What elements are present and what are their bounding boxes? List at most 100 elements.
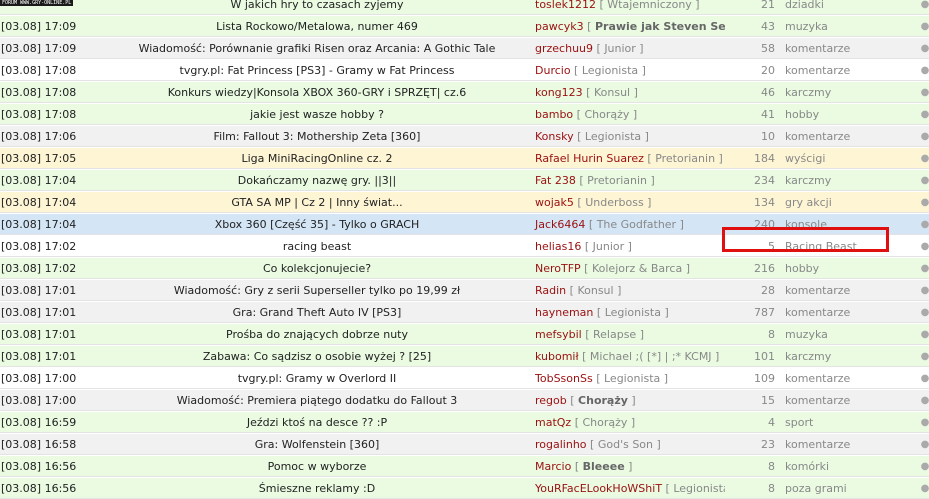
thread-row: [03.08] 17:08 jakie jest wasze hobby ? bam… — [0, 104, 929, 125]
bullet-icon: ● — [920, 20, 929, 32]
reply-count: 41 — [761, 107, 775, 121]
thread-row: [03.08] 17:08 tvgry.pl: Fat Princess [PS3… — [0, 60, 929, 81]
author-nick-link[interactable]: Konsky — [535, 130, 574, 143]
reply-count: 184 — [754, 151, 775, 165]
thread-time: [03.08] 17:09 — [1, 19, 77, 33]
author-rank: [ Konsul ] — [582, 85, 638, 99]
author-rank: [ God's Son ] — [586, 437, 661, 451]
thread-title-link[interactable]: GTA SA MP | Cz 2 | Inny świat... — [231, 196, 402, 209]
thread-author: Marcio [ Bleeee ] — [527, 460, 725, 473]
author-rank: [ Legionista ] — [662, 481, 725, 495]
thread-title-link[interactable]: W jakich hry to czasach zyjemy — [230, 0, 403, 11]
bullet-icon: ● — [920, 218, 929, 230]
thread-row: [03.08] 17:01 Prośba do znających dobrze … — [0, 324, 929, 345]
author-nick-link[interactable]: helias16 — [535, 240, 581, 253]
thread-title: Gra: Grand Theft Auto IV [PS3] — [107, 306, 527, 319]
thread-author: NeroTFP [ Kolejorz & Barca ] — [527, 262, 725, 275]
thread-time: [03.08] 17:01 — [1, 349, 77, 363]
bullet-icon: ● — [920, 240, 929, 252]
author-nick-link[interactable]: mefsybil — [535, 328, 582, 341]
thread-author: Durcio [ Legionista ] — [527, 64, 725, 77]
thread-time: [03.08] 16:58 — [1, 437, 77, 451]
thread-time: [03.08] 17:04 — [1, 195, 77, 209]
thread-time: [03.08] 17:02 — [1, 239, 77, 253]
thread-title-link[interactable]: Wiadomość: Premiera piątego dodatku do F… — [177, 394, 458, 407]
bullet-icon: ● — [920, 108, 929, 120]
thread-author: Radin [ Konsul ] — [527, 284, 725, 297]
author-nick-link[interactable]: Durcio — [535, 64, 571, 77]
thread-title-link[interactable]: Co kolekcjonujecie? — [263, 262, 371, 275]
thread-title-link[interactable]: tvgry.pl: Gramy w Overlord II — [238, 372, 397, 385]
thread-title: Jeździ ktoś na desce ?? :P — [107, 416, 527, 429]
forum-category: sport — [785, 415, 814, 429]
thread-title: Wiadomość: Gry z serii Superseller tylko… — [107, 284, 527, 297]
author-nick-link[interactable]: Jack6464 — [535, 218, 585, 231]
thread-title-link[interactable]: Xbox 360 [Część 35] - Tylko o GRACH — [215, 218, 419, 231]
author-rank: [ Chorąży ] — [573, 107, 638, 121]
author-rank: [ Chorąży ] — [571, 415, 636, 429]
forum-category: komentarze — [785, 41, 851, 55]
thread-title-link[interactable]: Wiadomość: Gry z serii Superseller tylko… — [174, 284, 460, 297]
bullet-icon: ● — [920, 394, 929, 406]
author-nick-link[interactable]: grzechuu9 — [535, 42, 593, 55]
thread-row: [03.08] 16:56 Pomoc w wyborze Marcio [ Ble… — [0, 456, 929, 477]
thread-row: W jakich hry to czasach zyjemy toslek1212… — [0, 0, 929, 15]
thread-title-link[interactable]: Liga MiniRacingOnline cz. 2 — [242, 152, 393, 165]
author-rank: [ Kolejorz & Barca ] — [580, 261, 691, 275]
bullet-icon: ● — [920, 42, 929, 54]
author-nick-link[interactable]: hayneman — [535, 306, 593, 319]
forum-logo: FORUM WWW.GRY-ONLINE.PL — [0, 0, 74, 6]
author-nick-link[interactable]: toslek1212 — [535, 0, 596, 11]
thread-title: Śmieszne reklamy :D — [107, 482, 527, 495]
author-nick-link[interactable]: YouRFacELookHoWShiT — [535, 482, 662, 495]
forum-category: komentarze — [785, 283, 851, 297]
thread-title: Lista Rockowo/Metalowa, numer 469 — [107, 20, 527, 33]
author-nick-link[interactable]: kong123 — [535, 86, 583, 99]
thread-title-link[interactable]: Wiadomość: Porównanie grafiki Risen oraz… — [139, 42, 496, 55]
thread-author: pawcyk3 [ Prawie jak Steven Seagal ] — [527, 20, 725, 33]
author-nick-link[interactable]: pawcyk3 — [535, 20, 584, 33]
thread-title-link[interactable]: tvgry.pl: Fat Princess [PS3] - Gramy w F… — [180, 64, 455, 77]
thread-time: [03.08] 17:08 — [1, 63, 77, 77]
thread-title: Prośba do znających dobrze nuty — [107, 328, 527, 341]
author-rank: [ Wtajemniczony ] — [595, 0, 700, 11]
thread-title-link[interactable]: Film: Fallout 3: Mothership Zeta [360] — [214, 130, 421, 143]
author-nick-link[interactable]: Rafael Hurin Suarez — [535, 152, 644, 165]
thread-title-link[interactable]: racing beast — [283, 240, 351, 253]
forum-category: komentarze — [785, 305, 851, 319]
bullet-icon: ● — [920, 350, 929, 362]
forum-category: karczmy — [785, 85, 832, 99]
author-nick-link[interactable]: matQz — [535, 416, 571, 429]
author-nick-link[interactable]: Marcio — [535, 460, 571, 473]
thread-title-link[interactable]: Konkurs wiedzy|Konsola XBOX 360-GRY i SP… — [168, 86, 467, 99]
thread-title-link[interactable]: jakie jest wasze hobby ? — [250, 108, 384, 121]
thread-title-link[interactable]: Dokańczamy nazwę gry. ||3|| — [238, 174, 396, 187]
thread-row: [03.08] 17:04 GTA SA MP | Cz 2 | Inny świ… — [0, 192, 929, 213]
bullet-icon: ● — [920, 372, 929, 384]
author-nick-link[interactable]: regob — [535, 394, 567, 407]
author-nick-link[interactable]: rogalinho — [535, 438, 587, 451]
thread-author: matQz [ Chorąży ] — [527, 416, 725, 429]
thread-title-link[interactable]: Lista Rockowo/Metalowa, numer 469 — [216, 20, 418, 33]
thread-title-link[interactable]: Zabawa: Co sądzisz o osobie wyżej ? [25] — [203, 350, 431, 363]
thread-time: [03.08] 16:56 — [1, 459, 77, 473]
author-nick-link[interactable]: bambo — [535, 108, 573, 121]
thread-title-link[interactable]: Śmieszne reklamy :D — [259, 482, 375, 495]
thread-row: [03.08] 17:02 Co kolekcjonujecie? NeroTFP … — [0, 258, 929, 279]
thread-title-link[interactable]: Prośba do znających dobrze nuty — [226, 328, 408, 341]
author-nick-link[interactable]: Fat 238 — [535, 174, 576, 187]
author-nick-link[interactable]: kubomił — [535, 350, 579, 363]
thread-title-link[interactable]: Pomoc w wyborze — [268, 460, 367, 473]
highlight-box — [722, 227, 889, 252]
reply-count: 109 — [754, 371, 775, 385]
author-nick-link[interactable]: TobSsonSs — [535, 372, 593, 385]
author-rank: [ Pretorianin ] — [643, 151, 723, 165]
author-nick-link[interactable]: Radin — [535, 284, 566, 297]
author-nick-link[interactable]: NeroTFP — [535, 262, 581, 275]
author-rank: [ Relapse ] — [581, 327, 644, 341]
thread-title-link[interactable]: Jeździ ktoś na desce ?? :P — [247, 416, 387, 429]
author-nick-link[interactable]: wojak5 — [535, 196, 574, 209]
thread-title-link[interactable]: Gra: Grand Theft Auto IV [PS3] — [233, 306, 402, 319]
thread-title-link[interactable]: Gra: Wolfenstein [360] — [255, 438, 380, 451]
reply-count: 20 — [761, 63, 775, 77]
